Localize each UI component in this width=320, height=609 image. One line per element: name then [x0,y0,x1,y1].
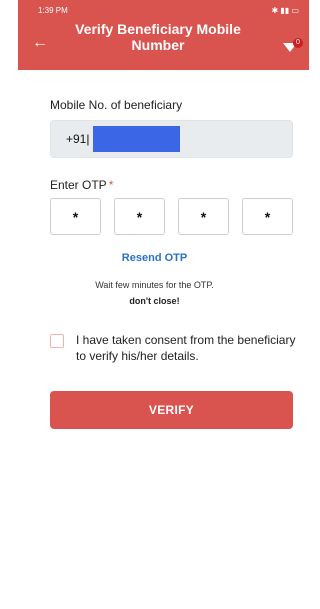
otp-digit-1[interactable]: * [50,198,101,235]
dont-close-message: don't close! [129,296,180,306]
back-arrow-icon[interactable]: ← [32,35,48,51]
consent-text: I have taken consent from the beneficiar… [76,333,296,363]
otp-label-text: Enter OTP [50,178,107,192]
status-icons: ✱ ▮▮ ▭ [271,6,299,15]
mobile-label: Mobile No. of beneficiary [50,98,183,112]
verify-button[interactable]: VERIFY [50,391,293,429]
consent-checkbox[interactable] [50,334,64,348]
otp-digit-4[interactable]: * [242,198,293,235]
page-title: Verify Beneficiary Mobile Number [75,21,241,53]
otp-digit-2[interactable]: * [114,198,165,235]
status-time: 1:39 PM [38,6,68,15]
redacted-mobile-number [93,126,180,152]
wait-message: Wait few minutes for the OTP. [95,280,214,290]
otp-label: Enter OTP * [50,178,113,192]
country-code-prefix: +91| [66,132,90,146]
required-mark: * [108,178,114,192]
otp-digit-3[interactable]: * [178,198,229,235]
notification-badge: 0 [293,38,303,48]
resend-otp-link[interactable]: Resend OTP [0,252,309,264]
mobile-number-field[interactable]: +91| [50,120,293,158]
